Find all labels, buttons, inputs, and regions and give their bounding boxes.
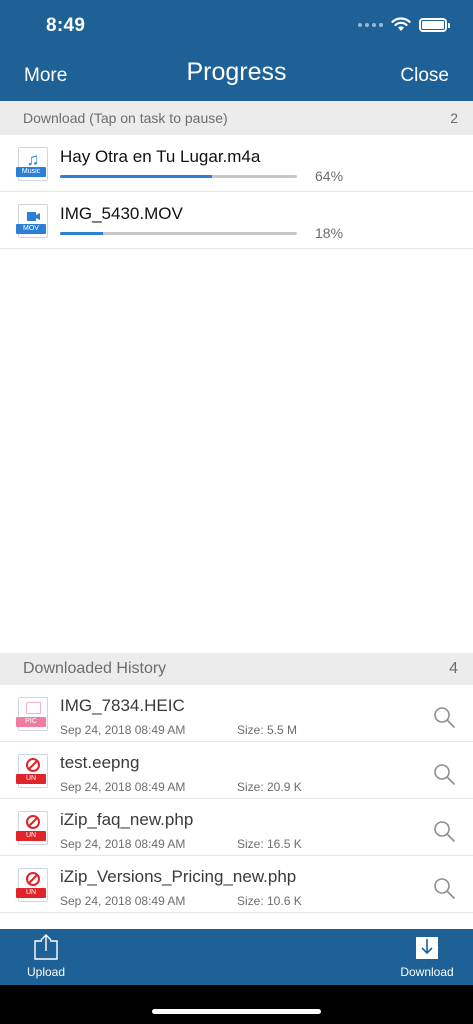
download-progress-bar [60,232,297,235]
download-progress-percent: 18% [315,225,344,241]
download-task-name: IMG_5430.MOV [60,204,183,223]
upload-label: Upload [26,965,66,979]
download-label: Download [400,965,454,979]
status-indicators [358,17,450,32]
history-file-size: Size: 16.5 K [237,837,302,851]
history-file-date: Sep 24, 2018 08:49 AM [60,894,186,908]
history-file-size: Size: 5.5 M [237,723,298,737]
upload-icon [34,934,58,960]
close-button[interactable]: Close [400,65,449,87]
history-list-item[interactable]: UN iZip_faq_new.php Sep 24, 2018 08:49 A… [0,799,473,856]
history-count: 4 [449,660,458,677]
picture-file-icon: PIC [16,697,48,731]
upload-button[interactable]: Upload [20,933,72,979]
download-task-name: Hay Otra en Tu Lugar.m4a [60,147,261,166]
search-icon[interactable] [432,876,456,900]
home-indicator[interactable] [152,1009,321,1014]
video-file-icon: MOV [16,204,48,238]
history-section-header: Downloaded History 4 [0,653,473,685]
wifi-icon [391,17,411,31]
history-file-size: Size: 20.9 K [237,780,302,794]
search-icon[interactable] [432,705,456,729]
download-icon [416,937,438,959]
download-task-row[interactable]: MOV IMG_5430.MOV 18% [0,192,473,249]
unknown-file-icon: UN [16,811,48,845]
history-file-date: Sep 24, 2018 08:49 AM [60,723,186,737]
music-file-icon: ♫ Music [16,147,48,181]
download-progress-percent: 64% [315,168,344,184]
history-file-size: Size: 10.6 K [237,894,302,908]
battery-icon [419,17,450,32]
bottom-toolbar: Upload Download [0,929,473,985]
history-file-name: test.eepng [60,753,140,772]
status-time: 8:49 [46,15,86,36]
download-progress-bar [60,175,297,178]
download-button[interactable]: Download [398,933,456,979]
history-file-date: Sep 24, 2018 08:49 AM [60,837,186,851]
history-file-name: IMG_7834.HEIC [60,696,185,715]
history-list-item[interactable]: UN test.eepng Sep 24, 2018 08:49 AM Size… [0,742,473,799]
download-section-header: Download (Tap on task to pause) 2 [0,101,473,135]
download-task-row[interactable]: ♫ Music Hay Otra en Tu Lugar.m4a 64% [0,135,473,192]
history-section-title: Downloaded History [23,660,167,677]
history-file-date: Sep 24, 2018 08:49 AM [60,780,186,794]
history-list-item[interactable]: UN iZip_Versions_Pricing_new.php Sep 24,… [0,856,473,913]
history-file-name: iZip_faq_new.php [60,810,194,829]
cellular-signal-icon [358,22,383,27]
history-list-item[interactable]: PIC IMG_7834.HEIC Sep 24, 2018 08:49 AM … [0,685,473,742]
home-indicator-area [0,985,473,1024]
search-icon[interactable] [432,762,456,786]
navigation-bar: 8:49 More Progress Close [0,0,473,101]
progress-screen: 8:49 More Progress Close Download (Tap o… [0,0,473,1024]
unknown-file-icon: UN [16,754,48,788]
history-file-name: iZip_Versions_Pricing_new.php [60,867,297,886]
unknown-file-icon: UN [16,868,48,902]
download-count: 2 [450,110,458,126]
search-icon[interactable] [432,819,456,843]
download-section-title: Download (Tap on task to pause) [23,110,228,126]
